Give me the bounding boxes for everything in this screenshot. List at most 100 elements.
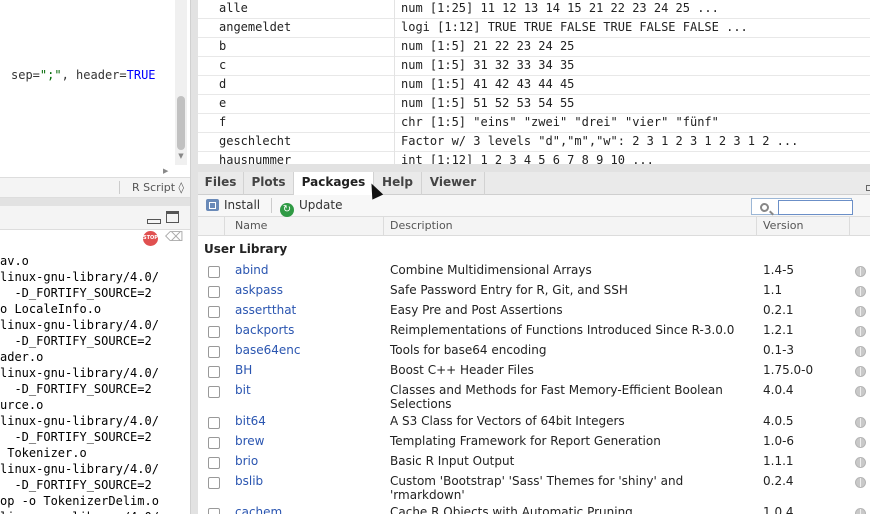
column-name[interactable]: Name [235, 219, 267, 232]
package-name-link[interactable]: bit [235, 383, 251, 397]
pane-tab-bar: Files Plots Packages Help Viewer [198, 172, 870, 196]
package-column-header: Name Description Version [198, 217, 870, 236]
console-line: ader.o [0, 350, 44, 364]
variable-value: int [1:12] 1 2 3 4 5 6 7 8 9 10 ... [401, 153, 654, 164]
globe-icon[interactable] [855, 457, 866, 468]
package-load-checkbox[interactable] [208, 477, 220, 489]
environment-row[interactable]: alle num [1:25] 11 12 13 14 15 21 22 23 2… [198, 0, 870, 19]
install-label: Install [224, 198, 261, 212]
package-name-link[interactable]: bit64 [235, 414, 266, 428]
editor-horizontal-scrollbar[interactable] [0, 165, 175, 177]
editor-scroll-thumb[interactable] [177, 96, 185, 150]
package-search-input[interactable] [778, 200, 853, 215]
globe-icon[interactable] [855, 266, 866, 277]
packages-toolbar: Install ↻ Update [198, 195, 870, 217]
environment-row[interactable]: geschlecht Factor w/ 3 levels "d","m","w"… [198, 133, 870, 152]
package-name-link[interactable]: backports [235, 323, 294, 337]
package-load-checkbox[interactable] [208, 437, 220, 449]
update-icon: ↻ [280, 203, 294, 217]
package-version: 0.1-3 [763, 343, 795, 357]
update-button[interactable]: ↻ Update [280, 197, 342, 217]
environment-table: alle num [1:25] 11 12 13 14 15 21 22 23 2… [198, 0, 870, 164]
clear-console-icon[interactable]: ⌫ [165, 230, 183, 246]
package-description: Cache R Objects with Automatic Pruning [390, 505, 633, 514]
console-line: linux-gnu-library/4.0/ [0, 270, 159, 284]
globe-icon[interactable] [855, 437, 866, 448]
package-load-checkbox[interactable] [208, 386, 220, 398]
minimize-icon[interactable] [147, 219, 161, 224]
column-description[interactable]: Description [390, 219, 453, 232]
package-name-link[interactable]: brew [235, 434, 264, 448]
package-load-checkbox[interactable] [208, 457, 220, 469]
package-name-link[interactable]: BH [235, 363, 252, 377]
package-search-box[interactable] [751, 198, 853, 215]
packages-pane: Files Plots Packages Help Viewer Install… [198, 172, 870, 514]
package-version: 0.2.4 [763, 474, 794, 488]
package-name-link[interactable]: brio [235, 454, 258, 468]
pane-maximize-icon[interactable] [866, 185, 870, 191]
package-name-link[interactable]: assertthat [235, 303, 296, 317]
editor-vertical-scrollbar[interactable] [175, 0, 187, 165]
globe-icon[interactable] [855, 508, 866, 514]
toolbar-divider [271, 198, 272, 213]
column-version[interactable]: Version [763, 219, 803, 232]
package-load-checkbox[interactable] [208, 508, 220, 514]
package-load-checkbox[interactable] [208, 286, 220, 298]
environment-row[interactable]: e num [1:5] 51 52 53 54 55 [198, 95, 870, 114]
tab-packages[interactable]: Packages [294, 172, 374, 196]
globe-icon[interactable] [855, 306, 866, 317]
globe-icon[interactable] [855, 326, 866, 337]
console-line: linux-gnu-library/4.0/ [0, 510, 159, 514]
globe-icon[interactable] [855, 286, 866, 297]
variable-value: num [1:25] 11 12 13 14 15 21 22 23 24 25… [401, 1, 719, 15]
environment-row[interactable]: d num [1:5] 41 42 43 44 45 [198, 76, 870, 95]
globe-icon[interactable] [855, 386, 866, 397]
package-description: Boost C++ Header Files [390, 363, 534, 377]
variable-name: b [219, 39, 227, 53]
code-token: TRUE [126, 68, 156, 82]
stop-icon[interactable]: STOP [143, 231, 158, 246]
scroll-right-arrow-icon[interactable]: ▶ [163, 166, 173, 176]
environment-row[interactable]: b num [1:5] 21 22 23 24 25 [198, 38, 870, 57]
package-load-checkbox[interactable] [208, 326, 220, 338]
environment-row[interactable]: angemeldet logi [1:12] TRUE TRUE FALSE TR… [198, 19, 870, 38]
console-line: av.o [0, 254, 29, 268]
environment-row[interactable]: f chr [1:5] "eins" "zwei" "drei" "vier" "… [198, 114, 870, 133]
tab-viewer[interactable]: Viewer [422, 172, 485, 195]
globe-icon[interactable] [855, 346, 866, 357]
vertical-pane-splitter[interactable] [190, 0, 198, 514]
tab-files[interactable]: Files [198, 172, 244, 195]
globe-icon[interactable] [855, 366, 866, 377]
package-load-checkbox[interactable] [208, 366, 220, 378]
package-load-checkbox[interactable] [208, 266, 220, 278]
globe-icon[interactable] [855, 477, 866, 488]
package-load-checkbox[interactable] [208, 306, 220, 318]
file-type-selector[interactable]: R Script ◊ [132, 181, 184, 194]
status-divider [119, 181, 120, 194]
package-load-checkbox[interactable] [208, 417, 220, 429]
horizontal-pane-splitter[interactable] [198, 164, 870, 172]
maximize-icon[interactable] [166, 211, 179, 223]
package-name-link[interactable]: abind [235, 263, 269, 277]
scroll-down-arrow-icon[interactable]: ▼ [176, 151, 186, 161]
globe-icon[interactable] [855, 417, 866, 428]
code-line[interactable]: sep=";", header=TRUE [11, 68, 156, 82]
install-button[interactable]: Install [206, 197, 260, 214]
pane-splitter[interactable] [0, 198, 190, 206]
environment-row[interactable]: hausnummer int [1:12] 1 2 3 4 5 6 7 8 9 1… [198, 152, 870, 164]
code-token: sep= [11, 68, 40, 82]
environment-row[interactable]: c num [1:5] 31 32 33 34 35 [198, 57, 870, 76]
package-name-link[interactable]: base64enc [235, 343, 300, 357]
package-name-link[interactable]: askpass [235, 283, 283, 297]
source-editor[interactable]: sep=";", header=TRUE ▼ ▶ R Script ◊ [0, 0, 190, 198]
package-description: Templating Framework for Report Generati… [390, 434, 661, 448]
editor-code-area[interactable]: sep=";", header=TRUE [0, 0, 175, 165]
package-name-link[interactable]: cachem [235, 505, 282, 514]
left-column: sep=";", header=TRUE ▼ ▶ R Script ◊ STOP… [0, 0, 190, 514]
console-line: op -o TokenizerDelim.o [0, 494, 159, 508]
tab-plots[interactable]: Plots [244, 172, 294, 195]
package-name-link[interactable]: bslib [235, 474, 263, 488]
package-load-checkbox[interactable] [208, 346, 220, 358]
console-output[interactable]: av.o linux-gnu-library/4.0/ -D_FORTIFY_SO… [0, 248, 190, 514]
package-description: Combine Multidimensional Arrays [390, 263, 592, 277]
